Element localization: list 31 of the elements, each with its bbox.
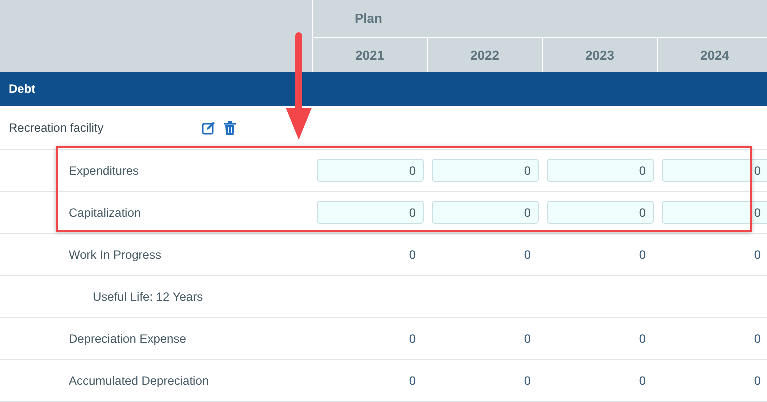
input-field[interactable]: 0 bbox=[432, 159, 539, 182]
input-field[interactable]: 0 bbox=[547, 201, 654, 224]
table-cell: 0 bbox=[409, 374, 416, 388]
table-cell: 0 bbox=[409, 248, 416, 262]
table-cell: 0 bbox=[639, 374, 646, 388]
table-cell: 0 bbox=[639, 248, 646, 262]
item-name: Recreation facility bbox=[9, 120, 105, 134]
input-field[interactable]: 0 bbox=[662, 201, 767, 224]
column-group-header: Plan bbox=[355, 11, 382, 26]
delete-icon[interactable] bbox=[224, 120, 236, 134]
row-label: Expenditures bbox=[69, 164, 140, 178]
table-cell: 0 bbox=[754, 248, 761, 262]
input-field[interactable]: 0 bbox=[547, 159, 654, 182]
table-cell: 0 bbox=[524, 374, 531, 388]
row-label: Work In Progress bbox=[69, 248, 162, 262]
row-label: Accumulated Depreciation bbox=[69, 374, 210, 388]
table-cell: 0 bbox=[524, 248, 531, 262]
input-field[interactable]: 0 bbox=[432, 201, 539, 224]
table-cell: 0 bbox=[409, 332, 416, 346]
section-title: Debt bbox=[9, 82, 36, 96]
table-cell: 0 bbox=[524, 332, 531, 346]
row-label: Depreciation Expense bbox=[69, 332, 186, 346]
input-field[interactable]: 0 bbox=[662, 159, 767, 182]
table-cell: 0 bbox=[754, 374, 761, 388]
row-label: Capitalization bbox=[69, 206, 142, 220]
table-cell: 0 bbox=[754, 332, 761, 346]
edit-icon[interactable] bbox=[202, 120, 216, 134]
note-text: Useful Life: 12 Years bbox=[92, 290, 204, 304]
input-field[interactable]: 0 bbox=[317, 201, 424, 224]
input-field[interactable]: 0 bbox=[317, 159, 424, 182]
table-cell: 0 bbox=[639, 332, 646, 346]
